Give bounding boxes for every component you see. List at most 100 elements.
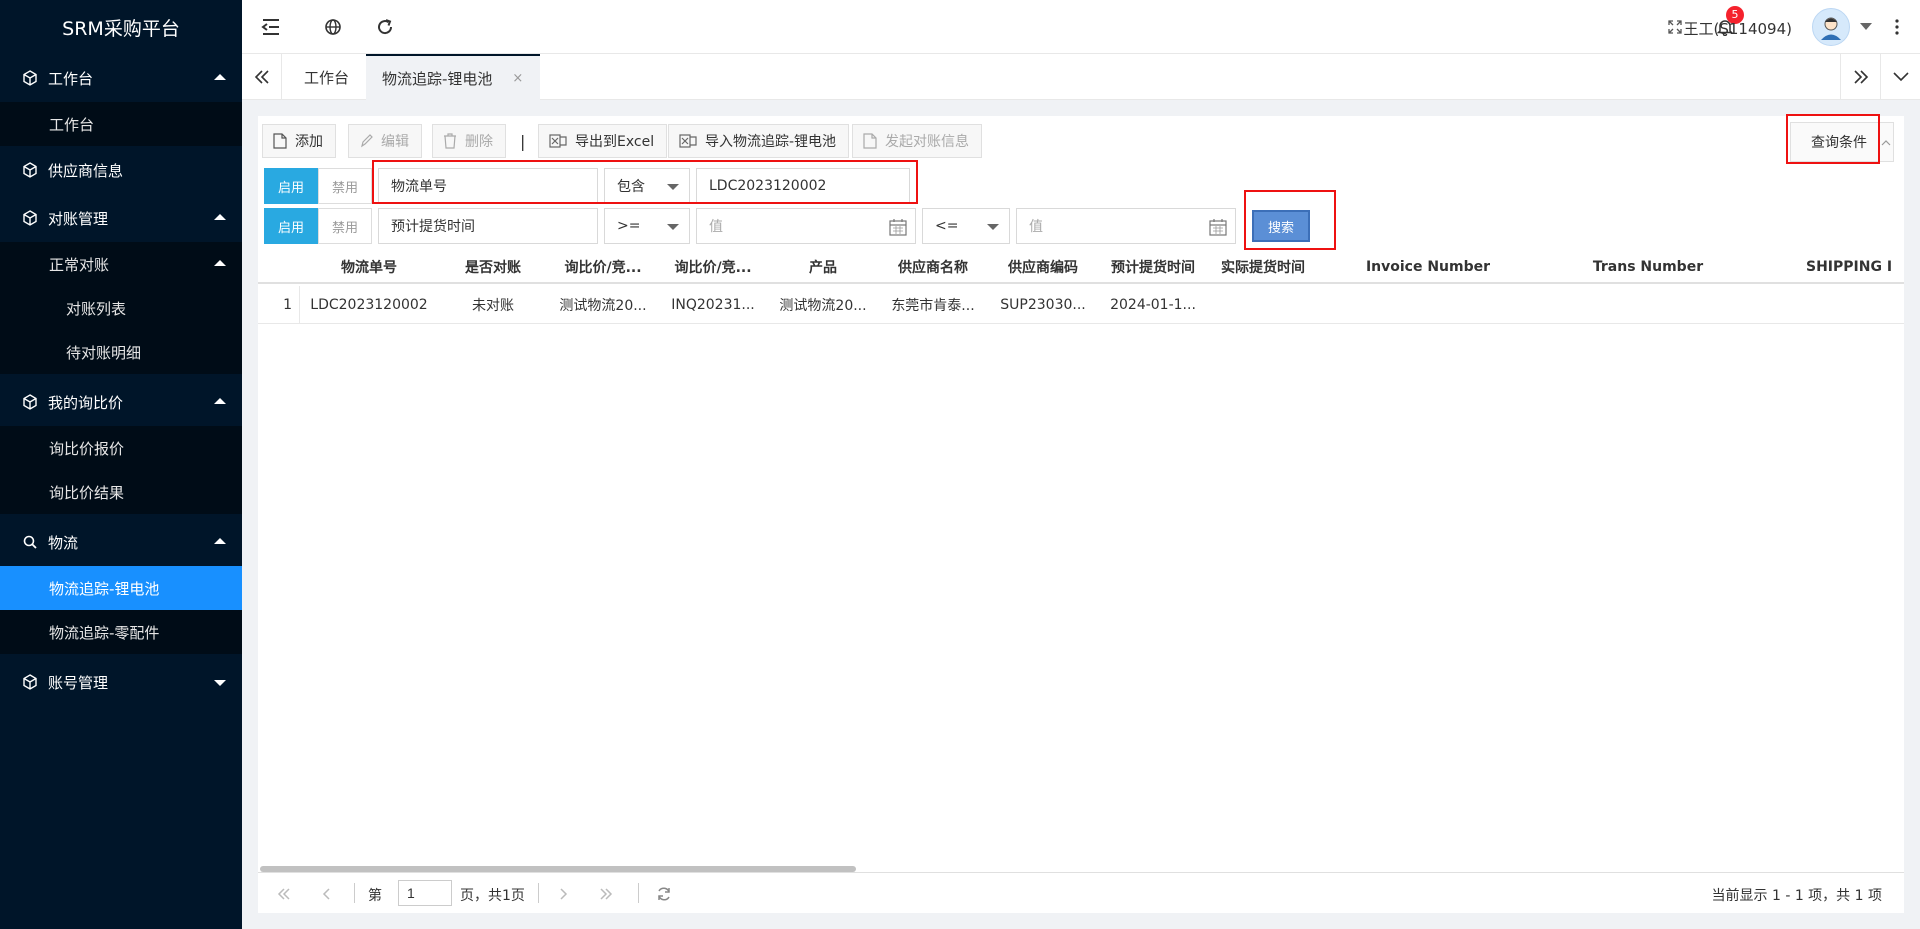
- column-header[interactable]: 预计提货时间: [1098, 250, 1208, 284]
- filter-row: 启用 禁用 物流单号 包含 LDC2023120002: [264, 168, 1304, 204]
- sidebar-group-label: 供应商信息: [48, 161, 124, 180]
- delete-button[interactable]: 删除: [432, 124, 506, 158]
- sidebar-item-inquiry-result[interactable]: 询比价结果: [0, 470, 242, 514]
- operator-select-2[interactable]: <=: [922, 208, 1010, 244]
- search-icon: [22, 534, 38, 550]
- enable-toggle[interactable]: 启用: [264, 208, 318, 244]
- table-cell: INQ20231...: [671, 297, 755, 313]
- row-number: 1: [283, 297, 292, 313]
- calendar-icon[interactable]: [889, 218, 907, 240]
- sidebar-group-inquiry[interactable]: 我的询比价: [0, 378, 242, 426]
- prev-page-icon[interactable]: [314, 883, 338, 905]
- tab-workbench[interactable]: 工作台: [288, 54, 365, 100]
- refresh-icon[interactable]: [370, 12, 400, 42]
- column-header[interactable]: 物流单号: [300, 250, 438, 284]
- column-header[interactable]: Trans Number: [1538, 250, 1758, 284]
- cube-icon: [22, 674, 38, 690]
- field-select[interactable]: 预计提货时间: [378, 208, 598, 244]
- disable-toggle[interactable]: 禁用: [318, 208, 372, 244]
- sidebar-group-label: 工作台: [48, 69, 94, 88]
- column-header[interactable]: 询比价/竞...: [548, 250, 658, 284]
- tab-bar: 工作台 物流追踪-锂电池 ×: [242, 54, 1920, 100]
- page-number-input[interactable]: [398, 880, 452, 906]
- operator-select[interactable]: >=: [604, 208, 690, 244]
- calendar-icon[interactable]: [1209, 218, 1227, 240]
- collapse-menu-icon[interactable]: [256, 12, 286, 42]
- sidebar-item-reconciliation-list[interactable]: 对账列表: [0, 286, 242, 330]
- pager-summary: 当前显示 1 - 1 项，共 1 项: [1711, 888, 1882, 904]
- sidebar-item-workbench[interactable]: 工作台: [0, 102, 242, 146]
- next-page-icon[interactable]: [552, 883, 576, 905]
- sidebar-item-logistics-battery[interactable]: 物流追踪-锂电池: [0, 566, 242, 610]
- sidebar-item-pending-reconciliation[interactable]: 待对账明细: [0, 330, 242, 374]
- more-vertical-icon[interactable]: [1888, 12, 1906, 42]
- disable-toggle[interactable]: 禁用: [318, 168, 372, 204]
- column-header[interactable]: 供应商编码: [988, 250, 1098, 284]
- table-header: 物流单号 是否对账 询比价/竞... 询比价/竞... 产品 供应商名称 供应商…: [258, 250, 1904, 284]
- table-row[interactable]: 1 LDC2023120002 未对账 测试物流20... INQ20231..…: [258, 286, 1904, 324]
- cube-icon: [22, 210, 38, 226]
- refresh-icon[interactable]: [652, 883, 676, 905]
- value-input[interactable]: LDC2023120002: [696, 168, 910, 204]
- column-header[interactable]: 供应商名称: [878, 250, 988, 284]
- caret-down-icon[interactable]: [1858, 12, 1874, 42]
- tab-scroll-right-icon[interactable]: [1840, 54, 1880, 100]
- column-header[interactable]: 是否对账: [438, 250, 548, 284]
- last-page-icon[interactable]: [594, 883, 618, 905]
- page-prefix: 第: [368, 888, 382, 904]
- close-icon[interactable]: ×: [512, 71, 523, 86]
- column-header[interactable]: 询比价/竞...: [658, 250, 768, 284]
- sidebar-item-label: 正常对账: [49, 255, 110, 274]
- column-header[interactable]: 实际提货时间: [1208, 250, 1318, 284]
- user-name[interactable]: 王工(S114094): [1684, 18, 1793, 39]
- dropdown-arrow-icon: [667, 184, 679, 190]
- avatar[interactable]: [1812, 8, 1850, 46]
- sidebar-group-label: 物流: [48, 533, 79, 552]
- query-conditions-button[interactable]: 查询条件: [1790, 122, 1894, 162]
- table-cell: [1806, 286, 1904, 324]
- chevron-up-icon: [214, 260, 226, 266]
- export-excel-button[interactable]: 导出到Excel: [538, 124, 668, 158]
- first-page-icon[interactable]: [272, 883, 296, 905]
- sidebar-item-logistics-parts[interactable]: 物流追踪-零配件: [0, 610, 242, 654]
- search-button[interactable]: 搜索: [1252, 210, 1310, 242]
- column-header[interactable]: SHIPPING I: [1806, 250, 1904, 284]
- content-panel: 添加 编辑 删除 | 导出到Excel 导入物流追踪-锂电池 发起对账信息 查询…: [258, 114, 1904, 913]
- tab-menu-chevron-down-icon[interactable]: [1880, 54, 1920, 100]
- tab-logistics-battery[interactable]: 物流追踪-锂电池 ×: [366, 54, 540, 100]
- import-label: 导入物流追踪-锂电池: [705, 134, 837, 150]
- add-button[interactable]: 添加: [262, 124, 336, 158]
- date-to-input[interactable]: 值: [1016, 208, 1236, 244]
- field-select[interactable]: 物流单号: [378, 168, 598, 204]
- table-cell: [1318, 286, 1538, 324]
- sidebar-group-supplier-info[interactable]: 供应商信息: [0, 146, 242, 194]
- add-label: 添加: [295, 134, 323, 150]
- globe-icon[interactable]: [318, 12, 348, 42]
- send-reconcile-label: 发起对账信息: [885, 134, 969, 150]
- sidebar-group-label: 对账管理: [48, 209, 109, 228]
- pager-divider: [638, 883, 639, 903]
- edit-button[interactable]: 编辑: [348, 124, 422, 158]
- sidebar-group-account[interactable]: 账号管理: [0, 658, 242, 706]
- sidebar-group-logistics[interactable]: 物流: [0, 518, 242, 566]
- cube-icon: [22, 162, 38, 178]
- chevron-down-icon: [214, 680, 226, 686]
- import-button[interactable]: 导入物流追踪-锂电池: [668, 124, 850, 158]
- date-from-input[interactable]: 值: [696, 208, 916, 244]
- column-header[interactable]: 产品: [768, 250, 878, 284]
- excel-icon: [549, 133, 567, 149]
- send-reconcile-button[interactable]: 发起对账信息: [852, 124, 982, 158]
- date-to-placeholder: 值: [1029, 219, 1043, 235]
- trash-icon: [443, 133, 457, 149]
- column-header[interactable]: Invoice Number: [1318, 250, 1538, 284]
- sidebar-group-workbench[interactable]: 工作台: [0, 54, 242, 102]
- pagination: 第 页，共1页 当前显示 1 - 1 项，共 1 项: [258, 872, 1904, 913]
- sidebar-item-inquiry-quote[interactable]: 询比价报价: [0, 426, 242, 470]
- cube-icon: [22, 70, 38, 86]
- tab-scroll-left-icon[interactable]: [242, 54, 282, 100]
- app-title: SRM采购平台: [62, 17, 180, 40]
- enable-toggle[interactable]: 启用: [264, 168, 318, 204]
- sidebar-item-normal-reconciliation[interactable]: 正常对账: [0, 242, 242, 286]
- sidebar-group-reconciliation[interactable]: 对账管理: [0, 194, 242, 242]
- operator-select[interactable]: 包含: [604, 168, 690, 204]
